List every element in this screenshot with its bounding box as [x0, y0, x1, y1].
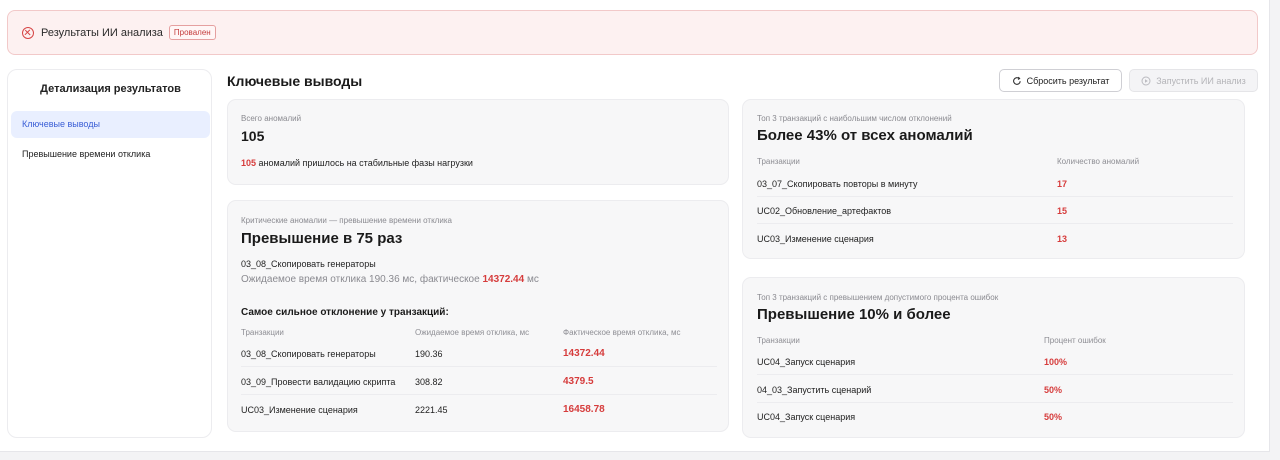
error-circle-icon: [22, 26, 34, 39]
reset-result-button[interactable]: Сбросить результат: [999, 69, 1122, 92]
top-errors-row-1-value: 100%: [1044, 357, 1068, 367]
top-errors-heading: Превышение 10% и более: [757, 306, 951, 323]
top-errors-card: Топ 3 транзакций с превышением допустимо…: [742, 277, 1245, 438]
top-anomalies-col-count: Количество аномалий: [1057, 157, 1140, 166]
total-anomalies-note: 105 аномалий пришлось на стабильные фазы…: [241, 158, 473, 168]
row-divider: [757, 223, 1233, 224]
top-errors-label: Топ 3 транзакций с превышением допустимо…: [757, 293, 999, 302]
top-anomalies-row-2-value: 15: [1057, 206, 1068, 216]
top-errors-row-1-name: UC04_Запуск сценария: [757, 357, 856, 367]
top-anomalies-row-1-name: 03_07_Скопировать повторы в минуту: [757, 179, 918, 189]
page-title: Ключевые выводы: [227, 73, 363, 89]
critical-expected-text: Ожидаемое время отклика 190.36 мс, факти…: [241, 274, 480, 285]
banner-title: Результаты ИИ анализа: [41, 26, 163, 39]
run-ai-analysis-button[interactable]: Запустить ИИ анализ: [1129, 69, 1258, 92]
sidebar-title: Детализация результатов: [40, 83, 181, 95]
reset-result-label: Сбросить результат: [1026, 75, 1110, 86]
critical-anomalies-heading: Превышение в 75 раз: [241, 230, 403, 247]
sidebar-item-key-findings[interactable]: Ключевые выводы: [11, 111, 210, 138]
top-anomalies-col-transactions: Транзакции: [757, 157, 800, 166]
total-anomalies-note-text: аномалий пришлось на стабильные фазы наг…: [258, 158, 473, 168]
sidebar: Детализация результатов Ключевые выводы …: [7, 69, 212, 438]
top-errors-row-3-value: 50%: [1044, 412, 1063, 422]
deviation-row-2-actual: 4379.5: [563, 376, 594, 387]
deviation-row-3-name: UC03_Изменение сценария: [241, 405, 358, 415]
critical-anomalies-label: Критические аномалии — превышение времен…: [241, 216, 452, 225]
total-anomalies-value: 105: [241, 128, 265, 144]
top-anomalies-row-2-name: UC02_Обновление_артефактов: [757, 206, 892, 216]
status-badge: Провален: [168, 25, 216, 40]
top-anomalies-row-3-name: UC03_Изменение сценария: [757, 234, 874, 244]
deviation-row-1-name: 03_08_Скопировать генераторы: [241, 349, 376, 359]
play-circle-icon: [1141, 76, 1151, 85]
deviation-col-expected: Ожидаемое время отклика, мс: [415, 328, 530, 337]
status-banner: Результаты ИИ анализа Провален: [7, 10, 1258, 55]
row-divider: [241, 394, 717, 395]
row-divider: [757, 374, 1233, 375]
top-anomalies-row-1-value: 17: [1057, 179, 1068, 189]
top-anomalies-label: Топ 3 транзакций с наибольшим числом отк…: [757, 114, 952, 123]
deviation-table-title: Самое сильное отклонение у транзакций:: [241, 307, 449, 318]
sidebar-item-response-time[interactable]: Превышение времени отклика: [11, 141, 210, 168]
top-errors-row-3-name: UC04_Запуск сценария: [757, 412, 856, 422]
row-divider: [757, 196, 1233, 197]
total-anomalies-note-value: 105: [241, 158, 257, 168]
total-anomalies-card: Всего аномалий 105 105 аномалий пришлось…: [227, 99, 729, 185]
critical-expected-line: Ожидаемое время отклика 190.36 мс, факти…: [241, 274, 539, 285]
critical-anomalies-card: Критические аномалии — превышение времен…: [227, 200, 729, 432]
deviation-col-actual: Фактическое время отклика, мс: [563, 328, 681, 337]
deviation-row-2-expected: 308.82: [415, 377, 443, 387]
critical-actual-unit: мс: [526, 274, 539, 285]
deviation-row-1-expected: 190.36: [415, 349, 443, 359]
top-errors-col-transactions: Транзакции: [757, 336, 800, 345]
total-anomalies-label: Всего аномалий: [241, 114, 302, 123]
top-errors-row-2-value: 50%: [1044, 385, 1063, 395]
deviation-row-3-actual: 16458.78: [563, 404, 605, 415]
row-divider: [241, 366, 717, 367]
row-divider: [757, 402, 1233, 403]
deviation-row-1-actual: 14372.44: [563, 348, 605, 359]
top-anomalies-card: Топ 3 транзакций с наибольшим числом отк…: [742, 99, 1245, 259]
deviation-row-2-name: 03_09_Провести валидацию скрипта: [241, 377, 396, 387]
top-errors-col-percent: Процент ошибок: [1044, 336, 1106, 345]
refresh-icon: [1012, 76, 1021, 85]
critical-actual-value: 14372.44: [482, 274, 525, 285]
critical-transaction: 03_08_Скопировать генераторы: [241, 259, 376, 269]
top-anomalies-heading: Более 43% от всех аномалий: [757, 127, 973, 144]
deviation-col-transactions: Транзакции: [241, 328, 284, 337]
deviation-row-3-expected: 2221.45: [415, 405, 448, 415]
top-anomalies-row-3-value: 13: [1057, 234, 1068, 244]
page: Результаты ИИ анализа Провален Детализац…: [0, 0, 1280, 460]
run-ai-analysis-label: Запустить ИИ анализ: [1156, 75, 1246, 86]
top-errors-row-2-name: 04_03_Запустить сценарий: [757, 385, 872, 395]
